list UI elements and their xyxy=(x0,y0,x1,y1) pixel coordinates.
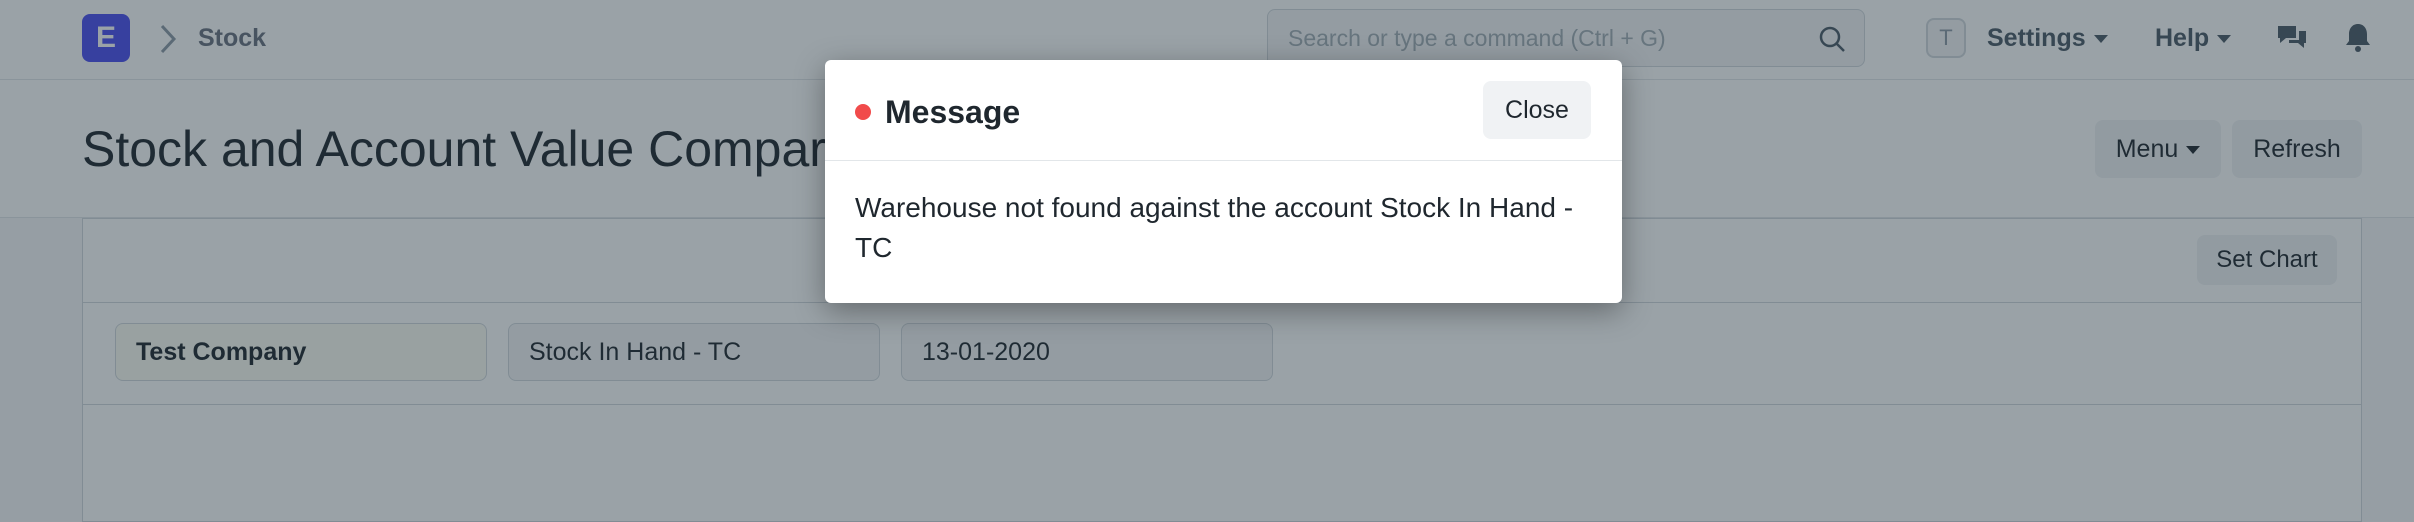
close-button[interactable]: Close xyxy=(1483,81,1591,139)
dialog-title: Message xyxy=(885,94,1021,130)
message-dialog: Message Close Warehouse not found agains… xyxy=(825,60,1622,303)
dialog-header: Message Close xyxy=(825,60,1622,161)
dialog-message: Warehouse not found against the account … xyxy=(855,192,1574,263)
error-indicator-icon xyxy=(855,104,871,120)
